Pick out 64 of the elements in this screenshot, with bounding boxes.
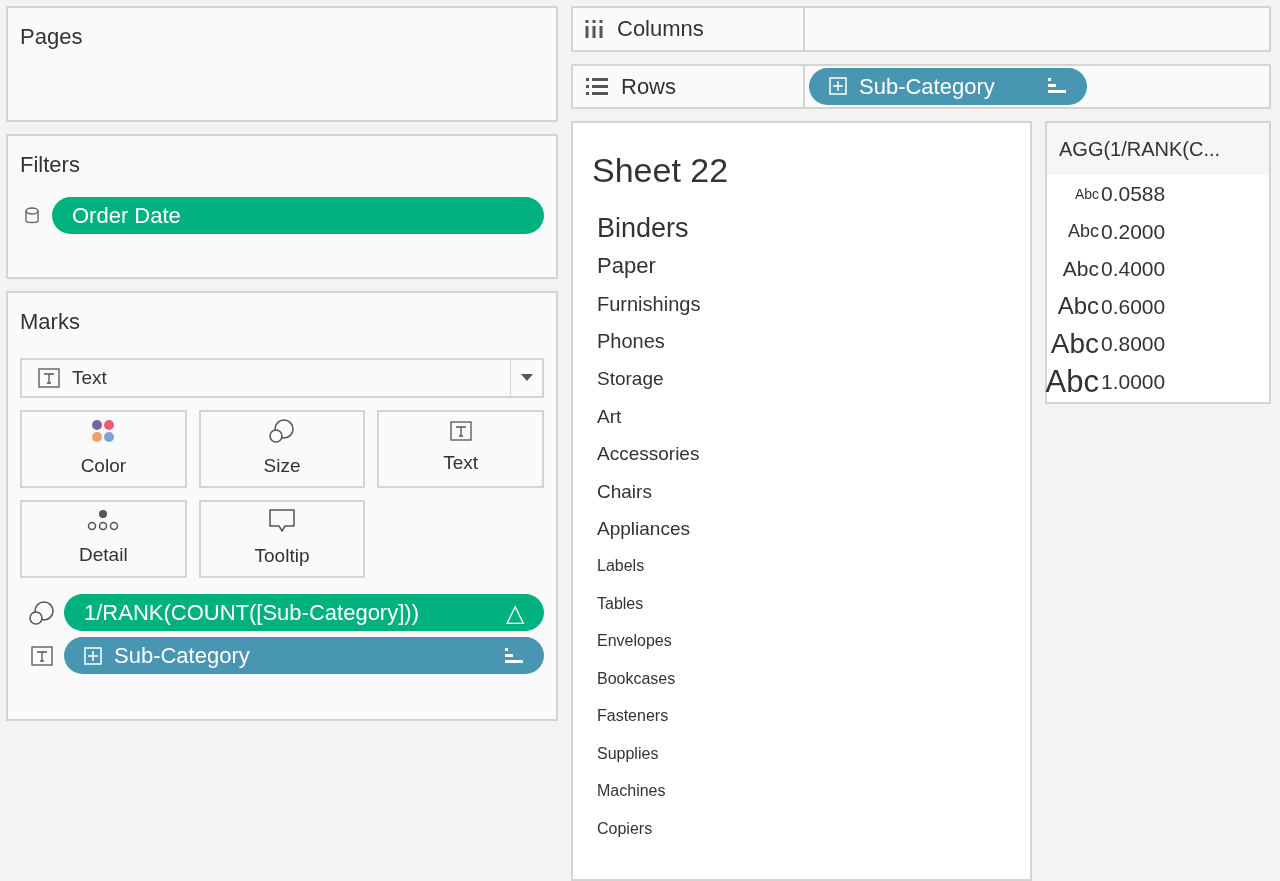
- sort-bars-icon: [504, 646, 524, 665]
- size-sample: Abc: [1067, 222, 1099, 241]
- caret-icon: [520, 374, 533, 382]
- text-mark-icon: [38, 368, 60, 388]
- legend-value: 0.2000: [1101, 218, 1166, 245]
- category-label: Tables: [597, 595, 644, 612]
- size-circles-icon: [268, 417, 296, 444]
- panel-title: Marks: [20, 308, 81, 336]
- category-label: Accessories: [597, 444, 700, 464]
- marks-card-button[interactable]: Text: [377, 410, 544, 488]
- category-label: Art: [597, 406, 622, 426]
- mark-type-dropdown[interactable]: Text: [20, 358, 544, 398]
- database-icon: [24, 206, 40, 225]
- category-label: Bookcases: [597, 670, 676, 687]
- category-label: Furnishings: [597, 293, 701, 314]
- sheet-title: Sheet 22: [592, 150, 730, 191]
- text-mark-icon: [449, 420, 472, 441]
- size-sample: Abc: [1045, 365, 1099, 397]
- legend-value: 1.0000: [1101, 368, 1166, 395]
- pill-label: Sub-Category: [859, 72, 996, 101]
- mark-type-label: Text: [72, 365, 107, 390]
- shelf-label: Columns: [617, 15, 704, 44]
- rows-icon: [585, 76, 609, 97]
- category-label: Supplies: [597, 745, 659, 762]
- panel-title: Pages: [20, 23, 84, 51]
- marks-card-button[interactable]: Tooltip: [198, 500, 366, 578]
- size-sample: Abc: [1062, 258, 1099, 280]
- color-dots-icon: [90, 417, 117, 444]
- category-label: Paper: [597, 255, 656, 278]
- legend-value: 0.0588: [1101, 181, 1166, 207]
- legend-value: 0.4000: [1101, 256, 1166, 282]
- text-mark-icon: [31, 645, 53, 666]
- legend-value: 0.6000: [1101, 293, 1166, 320]
- category-label: Fasteners: [597, 708, 669, 725]
- pill-label: Order Date: [72, 202, 182, 230]
- shelf-label: Rows: [621, 72, 676, 101]
- speech-bubble-icon: [268, 507, 296, 534]
- size-sample: Abc: [1057, 294, 1099, 319]
- expand-icon: [84, 646, 102, 665]
- legend-title: AGG(1/RANK(C...: [1047, 123, 1269, 175]
- columns-icon: [585, 18, 605, 39]
- marks-card-button[interactable]: Size: [198, 410, 366, 488]
- category-label: Appliances: [597, 519, 690, 539]
- delta-symbol: △: [506, 597, 524, 628]
- category-label: Phones: [597, 331, 665, 352]
- category-label: Storage: [597, 369, 664, 389]
- expand-icon: [829, 77, 847, 96]
- category-label: Copiers: [597, 820, 653, 837]
- pill-label: 1/RANK(COUNT([Sub-Category])): [84, 599, 420, 627]
- size-sample: Abc: [1074, 186, 1099, 201]
- pill-label: Sub-Category: [114, 642, 251, 670]
- detail-dots-icon: [87, 508, 120, 533]
- category-label: Machines: [597, 783, 666, 800]
- category-label: Labels: [597, 558, 645, 575]
- sort-bars-icon: [1047, 77, 1067, 96]
- size-sample: Abc: [1050, 329, 1099, 358]
- legend-value: 0.8000: [1101, 331, 1166, 357]
- panel-title: Filters: [20, 151, 81, 179]
- size-circles-icon: [28, 599, 56, 626]
- marks-card-button[interactable]: Color: [20, 410, 187, 488]
- category-label: Envelopes: [597, 633, 672, 650]
- category-label: Binders: [597, 215, 689, 243]
- category-label: Chairs: [597, 481, 652, 501]
- marks-card-button[interactable]: Detail: [20, 500, 187, 578]
